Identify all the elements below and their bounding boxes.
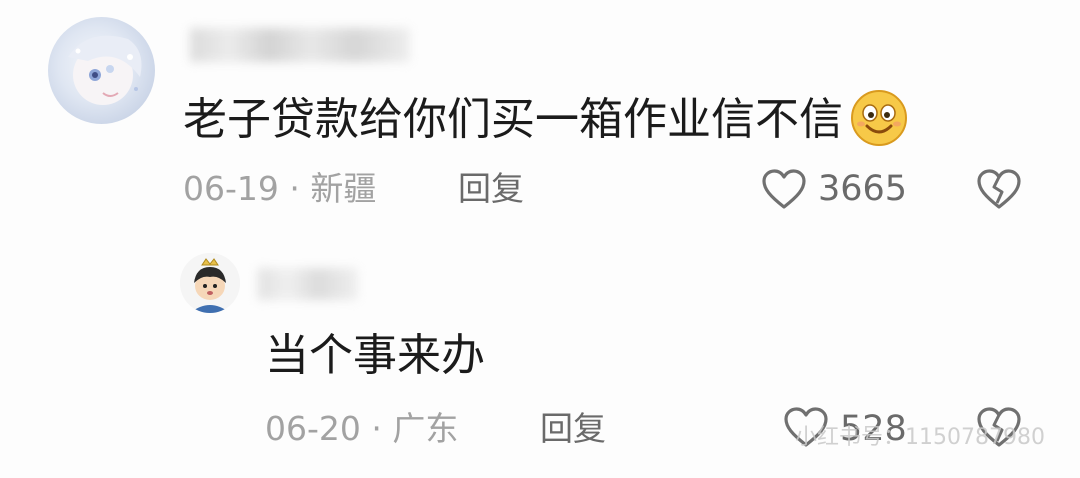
comment-meta: 06-20 · 广东 (265, 407, 458, 451)
like-count: 3665 (818, 169, 908, 209)
avatar-cartoon-icon (180, 253, 240, 313)
reply-text: 当个事来办 (265, 330, 485, 381)
comment-date: 06-20 (265, 409, 361, 448)
comment-date: 06-19 (183, 169, 279, 208)
heart-outline-icon[interactable] (760, 167, 808, 211)
username-blurred[interactable] (190, 28, 410, 62)
username-blurred[interactable] (258, 268, 358, 300)
comment-location: 新疆 (310, 169, 377, 208)
meta-separator: · (278, 169, 311, 208)
avatar[interactable] (48, 17, 155, 124)
broken-heart-icon[interactable] (975, 167, 1023, 211)
meta-separator: · (360, 409, 393, 448)
watermark: 小红书号：1150787980 (795, 425, 1045, 450)
comment-location: 广东 (392, 409, 459, 448)
reply-button[interactable]: 回复 (458, 167, 524, 211)
smile-emoji-icon (849, 88, 909, 148)
avatar[interactable] (180, 253, 240, 313)
avatar-anime-icon (68, 35, 142, 105)
reply-button[interactable]: 回复 (540, 407, 606, 451)
comment-text: 老子贷款给你们买一箱作业信不信 (183, 94, 843, 145)
comment-meta: 06-19 · 新疆 (183, 167, 376, 211)
